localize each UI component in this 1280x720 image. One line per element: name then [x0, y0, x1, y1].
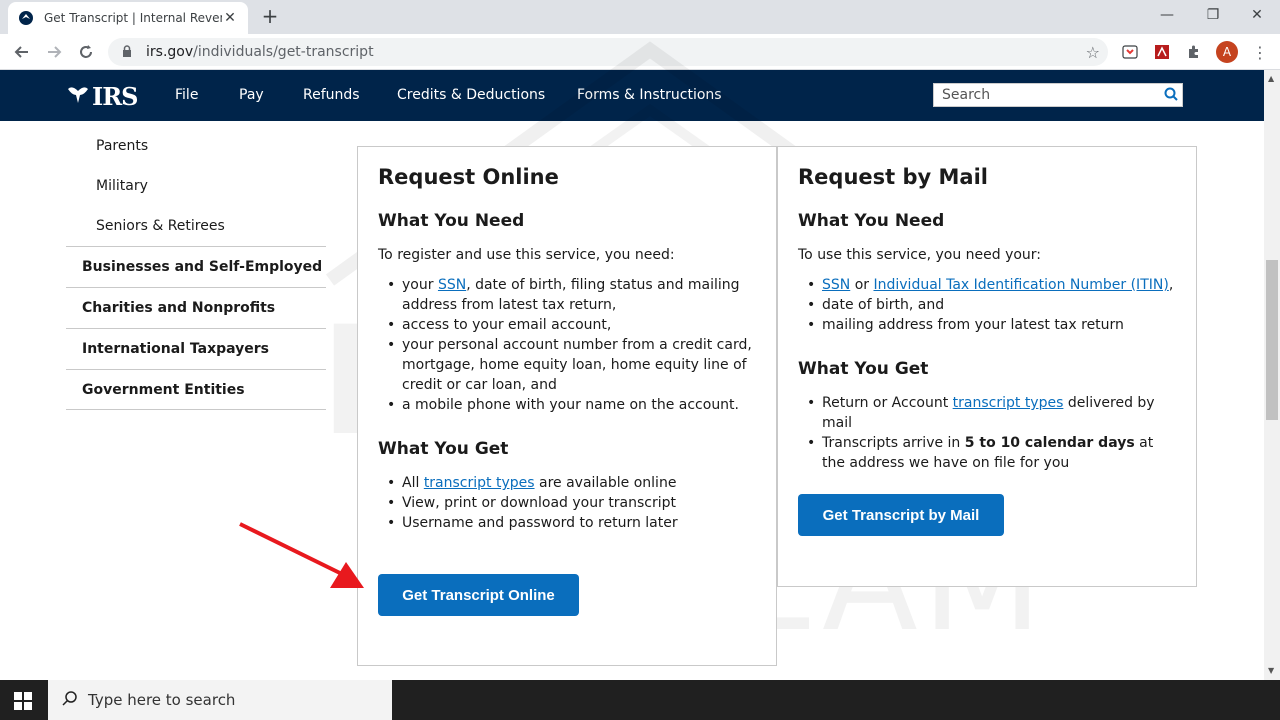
sidebar-nav: Parents Military Seniors & Retirees Busi…	[66, 126, 326, 410]
reload-button[interactable]	[74, 40, 98, 64]
list-item: mailing address from your latest tax ret…	[798, 315, 1176, 335]
list-item: SSN or Individual Tax Identification Num…	[798, 275, 1176, 295]
list-item: Transcripts arrive in 5 to 10 calendar d…	[798, 433, 1176, 473]
red-arrow-icon	[239, 522, 364, 588]
bookmark-star-icon[interactable]: ☆	[1086, 43, 1100, 62]
sidebar-item-businesses[interactable]: Businesses and Self-Employed	[66, 246, 326, 287]
forward-button[interactable]	[42, 40, 66, 64]
list-item: date of birth, and	[798, 295, 1176, 315]
sidebar-item-military[interactable]: Military	[66, 166, 326, 206]
pdf-extension-icon[interactable]	[1152, 42, 1172, 62]
scroll-down-icon[interactable]: ▼	[1268, 666, 1274, 675]
list-item: Return or Account transcript types deliv…	[798, 393, 1176, 433]
ssn-link[interactable]: SSN	[438, 277, 466, 293]
transcript-types-link[interactable]: transcript types	[424, 475, 535, 491]
taskbar-search-icon	[62, 690, 78, 710]
ssn-link[interactable]: SSN	[822, 277, 850, 293]
request-by-mail-title: Request by Mail	[798, 165, 988, 189]
list-item: Username and password to return later	[378, 513, 756, 533]
nav-pay[interactable]: Pay	[239, 87, 264, 103]
list-item: a mobile phone with your name on the acc…	[378, 395, 756, 415]
window-minimize-button[interactable]: —	[1144, 0, 1190, 30]
list-item: your SSN, date of birth, filing status a…	[378, 275, 756, 315]
window-close-button[interactable]: ✕	[1234, 0, 1280, 30]
nav-file[interactable]: File	[175, 87, 198, 103]
pocket-extension-icon[interactable]	[1120, 42, 1140, 62]
page-scrollbar[interactable]: ▲ ▼	[1264, 70, 1280, 680]
online-what-you-get-heading: What You Get	[378, 439, 509, 459]
mail-what-you-get-heading: What You Get	[798, 359, 929, 379]
lock-icon	[122, 44, 136, 60]
sidebar-item-international[interactable]: International Taxpayers	[66, 328, 326, 369]
tab-title: Get Transcript | Internal Revenue	[44, 11, 222, 25]
browser-menu-icon[interactable]: ⋮	[1250, 42, 1270, 62]
list-item: access to your email account,	[378, 315, 756, 335]
mail-what-you-need-heading: What You Need	[798, 211, 945, 231]
browser-tab-strip: Get Transcript | Internal Revenue ✕ + — …	[0, 0, 1280, 34]
scrollbar-thumb[interactable]	[1266, 260, 1278, 420]
get-transcript-by-mail-button[interactable]: Get Transcript by Mail	[798, 494, 1004, 536]
profile-avatar[interactable]: A	[1216, 41, 1238, 63]
itin-link[interactable]: Individual Tax Identification Number (IT…	[873, 277, 1168, 293]
irs-logo-text: IRS	[92, 82, 139, 111]
list-item: View, print or download your transcript	[378, 493, 756, 513]
taskbar-search-input[interactable]: Type here to search	[48, 680, 392, 720]
mail-need-intro: To use this service, you need your:	[798, 247, 1042, 263]
sidebar-item-parents[interactable]: Parents	[66, 126, 326, 166]
windows-taskbar: Type here to search	[0, 680, 1280, 720]
get-transcript-online-button[interactable]: Get Transcript Online	[378, 574, 579, 616]
request-online-title: Request Online	[378, 165, 559, 189]
online-get-list: All transcript types are available onlin…	[378, 473, 756, 533]
search-icon[interactable]	[1164, 87, 1178, 105]
online-what-you-need-heading: What You Need	[378, 211, 525, 231]
new-tab-button[interactable]: +	[258, 6, 282, 26]
extensions-puzzle-icon[interactable]	[1184, 42, 1204, 62]
window-restore-button[interactable]: ❐	[1190, 0, 1236, 30]
browser-tab[interactable]: Get Transcript | Internal Revenue ✕	[8, 2, 248, 34]
irs-logo[interactable]: IRS	[66, 82, 139, 111]
transcript-types-link[interactable]: transcript types	[953, 395, 1064, 411]
irs-favicon-icon	[18, 10, 34, 26]
url-host: irs.gov	[146, 44, 194, 60]
taskbar-search-placeholder: Type here to search	[88, 691, 236, 709]
sidebar-item-seniors-retirees[interactable]: Seniors & Retirees	[66, 206, 326, 246]
tab-close-icon[interactable]: ✕	[222, 10, 238, 26]
reload-icon	[80, 45, 92, 58]
scroll-up-icon[interactable]: ▲	[1268, 74, 1274, 83]
irs-eagle-icon	[66, 83, 90, 110]
windows-start-icon[interactable]	[14, 692, 32, 710]
sidebar-item-charities[interactable]: Charities and Nonprofits	[66, 287, 326, 328]
list-item: your personal account number from a cred…	[378, 335, 756, 395]
mail-need-list: SSN or Individual Tax Identification Num…	[798, 275, 1176, 335]
back-arrow-icon	[14, 46, 28, 58]
online-need-intro: To register and use this service, you ne…	[378, 247, 675, 263]
back-button[interactable]	[10, 40, 34, 64]
forward-arrow-icon	[48, 46, 62, 58]
online-need-list: your SSN, date of birth, filing status a…	[378, 275, 756, 415]
list-item: All transcript types are available onlin…	[378, 473, 756, 493]
mail-get-list: Return or Account transcript types deliv…	[798, 393, 1176, 473]
sidebar-item-government[interactable]: Government Entities	[66, 369, 326, 410]
